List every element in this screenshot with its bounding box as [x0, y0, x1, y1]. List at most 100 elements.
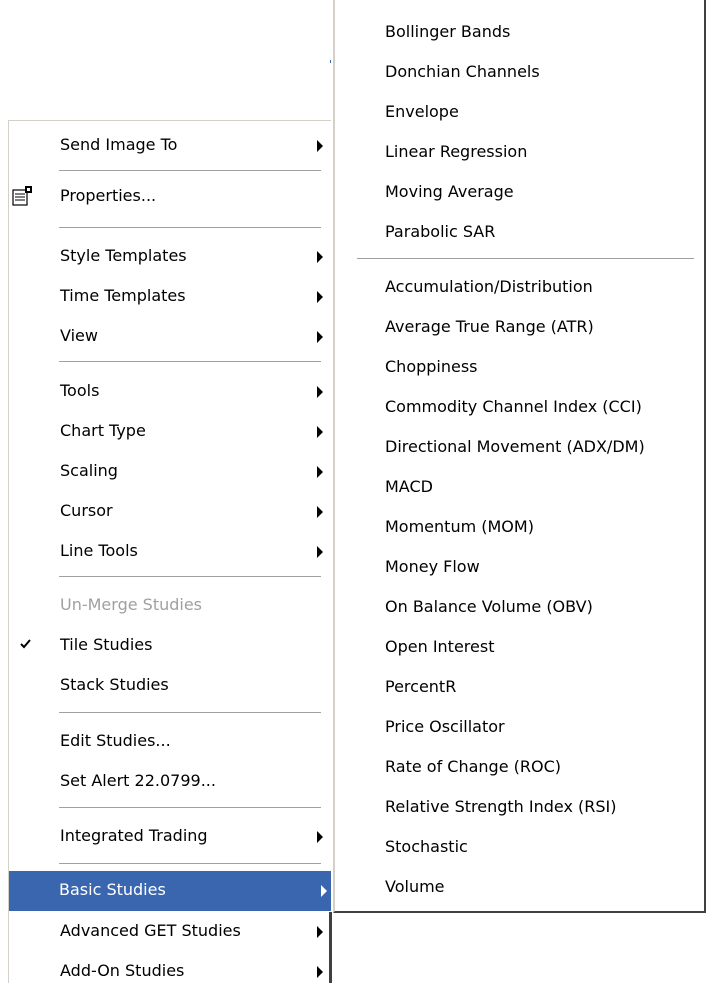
submenu-item-macd[interactable]: MACD — [335, 468, 704, 508]
menu-item-label: On Balance Volume (OBV) — [385, 597, 593, 616]
submenu-item-envelope[interactable]: Envelope — [335, 93, 704, 133]
submenu-arrow-icon — [317, 291, 323, 303]
menu-item-label: Cursor — [60, 501, 113, 520]
menu-item-label: Choppiness — [385, 357, 478, 376]
menu-separator — [59, 807, 321, 809]
menu-item-label: Set Alert 22.0799... — [60, 771, 216, 790]
submenu-item-choppiness[interactable]: Choppiness — [335, 348, 704, 388]
menu-separator — [59, 576, 321, 578]
menu-item-label: Envelope — [385, 102, 459, 121]
menu-item-label: PercentR — [385, 677, 457, 696]
menu-item-label: Tools — [60, 381, 100, 400]
menu-item-label: Integrated Trading — [60, 826, 208, 845]
submenu-item-stochastic[interactable]: Stochastic — [335, 828, 704, 868]
submenu-item-moving-average[interactable]: Moving Average — [335, 173, 704, 213]
menu-item-label: Send Image To — [60, 135, 178, 154]
menu-separator — [59, 863, 321, 865]
menu-item-stack-studies[interactable]: Stack Studies — [10, 666, 327, 706]
menu-item-integrated-trading[interactable]: Integrated Trading — [10, 817, 327, 857]
menu-item-add-on-studies[interactable]: Add-On Studies — [10, 952, 327, 992]
submenu-arrow-icon — [317, 426, 323, 438]
menu-item-label: Line Tools — [60, 541, 138, 560]
submenu-item-volume[interactable]: Volume — [335, 868, 704, 908]
properties-icon — [12, 186, 32, 206]
submenu-arrow-icon — [317, 331, 323, 343]
submenu-item-average-true-range[interactable]: Average True Range (ATR) — [335, 308, 704, 348]
checkmark-icon — [20, 639, 31, 649]
menu-item-label: Tile Studies — [60, 635, 153, 654]
menu-item-set-alert[interactable]: Set Alert 22.0799... — [10, 762, 327, 802]
submenu-arrow-icon — [321, 885, 327, 897]
menu-separator — [59, 170, 321, 172]
submenu-arrow-icon — [317, 926, 323, 938]
submenu-arrow-icon — [317, 506, 323, 518]
menu-item-label: Moving Average — [385, 182, 514, 201]
context-menu: Send Image To Properties... Style Templa… — [8, 120, 331, 983]
submenu-item-on-balance-volume[interactable]: On Balance Volume (OBV) — [335, 588, 704, 628]
submenu-item-rate-of-change[interactable]: Rate of Change (ROC) — [335, 748, 704, 788]
menu-item-properties[interactable]: Properties... — [10, 177, 327, 217]
menu-item-label: Add-On Studies — [60, 961, 185, 980]
submenu-arrow-icon — [317, 140, 323, 152]
menu-item-label: Donchian Channels — [385, 62, 540, 81]
menu-item-chart-type[interactable]: Chart Type — [10, 412, 327, 452]
menu-item-label: Un-Merge Studies — [60, 595, 203, 614]
submenu-item-donchian-channels[interactable]: Donchian Channels — [335, 53, 704, 93]
menu-separator — [59, 227, 321, 229]
submenu-arrow-icon — [317, 466, 323, 478]
menu-item-advanced-get-studies[interactable]: Advanced GET Studies — [10, 912, 327, 952]
submenu-item-bollinger-bands[interactable]: Bollinger Bands — [335, 13, 704, 53]
menu-item-label: Properties... — [60, 186, 157, 205]
menu-item-label: Stochastic — [385, 837, 468, 856]
menu-item-cursor[interactable]: Cursor — [10, 492, 327, 532]
submenu-item-directional-movement[interactable]: Directional Movement (ADX/DM) — [335, 428, 704, 468]
submenu-item-money-flow[interactable]: Money Flow — [335, 548, 704, 588]
menu-separator — [59, 712, 321, 714]
menu-item-edit-studies[interactable]: Edit Studies... — [10, 722, 327, 762]
menu-item-basic-studies[interactable]: Basic Studies — [9, 871, 331, 911]
submenu-item-relative-strength-index[interactable]: Relative Strength Index (RSI) — [335, 788, 704, 828]
menu-item-label: Basic Studies — [59, 880, 166, 899]
submenu-item-percentr[interactable]: PercentR — [335, 668, 704, 708]
menu-item-label: MACD — [385, 477, 433, 496]
submenu-item-parabolic-sar[interactable]: Parabolic SAR — [335, 213, 704, 253]
menu-item-label: Style Templates — [60, 246, 187, 265]
background-fragment — [330, 60, 331, 63]
menu-item-style-templates[interactable]: Style Templates — [10, 237, 327, 277]
menu-item-label: Commodity Channel Index (CCI) — [385, 397, 642, 416]
submenu-item-commodity-channel-index[interactable]: Commodity Channel Index (CCI) — [335, 388, 704, 428]
submenu-item-open-interest[interactable]: Open Interest — [335, 628, 704, 668]
menu-item-label: Momentum (MOM) — [385, 517, 534, 536]
menu-item-label: View — [60, 326, 98, 345]
menu-item-line-tools[interactable]: Line Tools — [10, 532, 327, 572]
submenu-arrow-icon — [317, 386, 323, 398]
menu-item-time-templates[interactable]: Time Templates — [10, 277, 327, 317]
menu-item-label: Bollinger Bands — [385, 22, 511, 41]
menu-item-send-image-to[interactable]: Send Image To — [10, 126, 327, 166]
submenu-item-momentum[interactable]: Momentum (MOM) — [335, 508, 704, 548]
submenu-arrow-icon — [317, 251, 323, 263]
submenu-item-linear-regression[interactable]: Linear Regression — [335, 133, 704, 173]
submenu-arrow-icon — [317, 546, 323, 558]
menu-item-label: Edit Studies... — [60, 731, 171, 750]
menu-separator — [357, 258, 694, 260]
basic-studies-submenu: Bollinger Bands Donchian Channels Envelo… — [333, 0, 706, 913]
menu-item-scaling[interactable]: Scaling — [10, 452, 327, 492]
menu-shadow — [329, 912, 332, 983]
menu-item-tools[interactable]: Tools — [10, 372, 327, 412]
menu-item-label: Directional Movement (ADX/DM) — [385, 437, 645, 456]
menu-item-tile-studies[interactable]: Tile Studies — [10, 626, 327, 666]
menu-item-label: Advanced GET Studies — [60, 921, 241, 940]
submenu-item-accumulation-distribution[interactable]: Accumulation/Distribution — [335, 268, 704, 308]
menu-separator — [59, 361, 321, 363]
submenu-arrow-icon — [317, 966, 323, 978]
menu-item-label: Price Oscillator — [385, 717, 505, 736]
menu-item-label: Average True Range (ATR) — [385, 317, 594, 336]
menu-item-label: Parabolic SAR — [385, 222, 496, 241]
menu-item-label: Chart Type — [60, 421, 146, 440]
menu-item-view[interactable]: View — [10, 317, 327, 357]
submenu-item-price-oscillator[interactable]: Price Oscillator — [335, 708, 704, 748]
menu-item-label: Stack Studies — [60, 675, 169, 694]
menu-item-label: Volume — [385, 877, 445, 896]
menu-item-label: Money Flow — [385, 557, 480, 576]
